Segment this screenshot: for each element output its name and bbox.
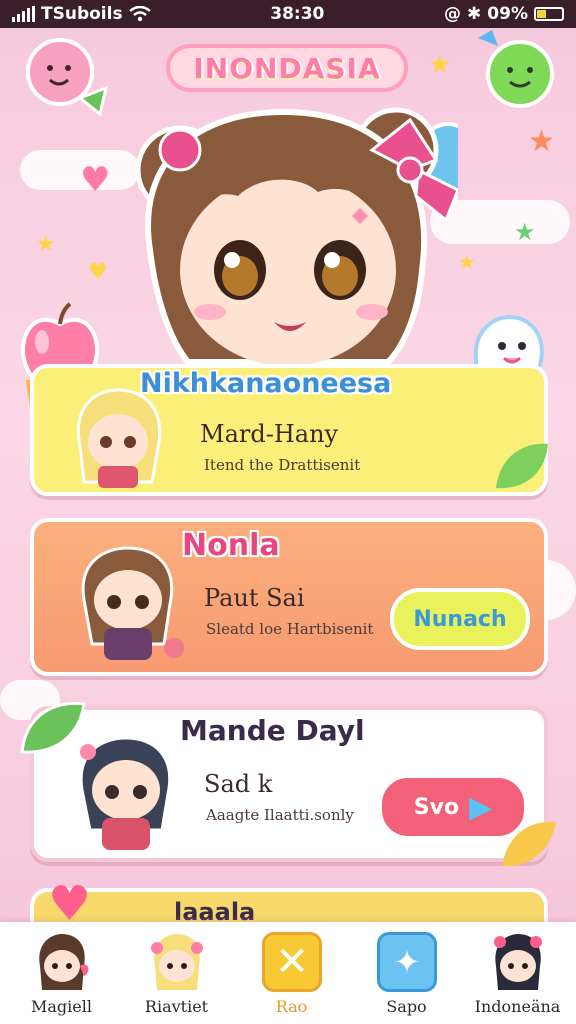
- location-icon: @: [444, 4, 462, 24]
- signal-icon: [12, 6, 35, 22]
- carrier-label: TSuboils: [41, 4, 123, 24]
- card-subtitle: Sleatd loe Hartbisenit: [206, 620, 374, 638]
- battery-percent: 09%: [487, 4, 528, 24]
- star-icon: ★: [528, 124, 555, 159]
- bluetooth-icon: ✱: [467, 4, 482, 24]
- tab-sapo[interactable]: ✦ Sapo: [349, 922, 464, 1024]
- character-card[interactable]: Mande Dayl Sad k Aaagte Ilaatti.sonly Sv…: [30, 706, 548, 862]
- tab-label: Rao: [275, 997, 308, 1016]
- card-subtitle: Itend the Drattisenit: [204, 456, 361, 474]
- star-icon: ★: [428, 50, 452, 80]
- heart-icon: ♥: [80, 160, 111, 200]
- avatar: [81, 546, 184, 660]
- card-action-button[interactable]: Nunach: [390, 588, 530, 650]
- play-icon: ▶: [469, 789, 493, 825]
- hero-character-illustration: [135, 107, 458, 366]
- star-icon: ★: [458, 250, 476, 274]
- pink-face-sticker: [26, 38, 109, 117]
- star-icon: ★: [36, 232, 56, 257]
- clock: 38:30: [270, 4, 325, 24]
- bottom-tab-bar: Magiell Riavtiet ✕ Rao ✦ Sapo Indoneäna: [0, 922, 576, 1024]
- wifi-icon: [128, 6, 151, 22]
- card-title: Nonla: [182, 528, 280, 563]
- tab-magiell[interactable]: Magiell: [4, 922, 119, 1024]
- app-title: INONDASIA: [166, 44, 408, 92]
- card-name: Mard-Hany: [200, 420, 339, 448]
- status-bar: TSuboils 38:30 @ ✱ 09%: [0, 0, 576, 28]
- tab-label: Riavtiet: [144, 997, 209, 1016]
- tab-indonesia[interactable]: Indoneäna: [460, 922, 575, 1024]
- play-button-label: Svo: [413, 794, 460, 820]
- tab-label: Magiell: [31, 997, 92, 1016]
- green-face-sticker: [478, 30, 554, 108]
- featured-title: Nikhkanaoneesa: [140, 368, 392, 399]
- card-title: Mande Dayl: [180, 714, 365, 747]
- character-avatar-icon: [151, 934, 203, 990]
- character-avatar-icon: [39, 934, 89, 990]
- heart-icon: ♥: [88, 260, 108, 285]
- card-name: Sad k: [204, 770, 273, 798]
- close-icon: ✕: [262, 932, 322, 992]
- tab-rao[interactable]: ✕ Rao: [234, 922, 349, 1024]
- sparkle-icon: ✦: [377, 932, 437, 992]
- battery-icon: [534, 7, 564, 21]
- leaf-icon: [502, 821, 556, 867]
- card-subtitle: Aaagte Ilaatti.sonly: [206, 806, 354, 824]
- tab-riavtiet[interactable]: Riavtiet: [119, 922, 234, 1024]
- avatar: [77, 388, 162, 488]
- character-card[interactable]: Nonla Paut Sai Sleatd loe Hartbisenit Nu…: [30, 518, 548, 676]
- character-avatar-icon: [494, 934, 542, 990]
- card-name: Paut Sai: [204, 584, 305, 612]
- leaf-icon: [20, 701, 86, 754]
- tab-label: Sapo: [386, 997, 427, 1016]
- star-icon: ★: [514, 218, 536, 246]
- tab-label: Indoneäna: [474, 997, 561, 1016]
- leaf-icon: [496, 443, 548, 489]
